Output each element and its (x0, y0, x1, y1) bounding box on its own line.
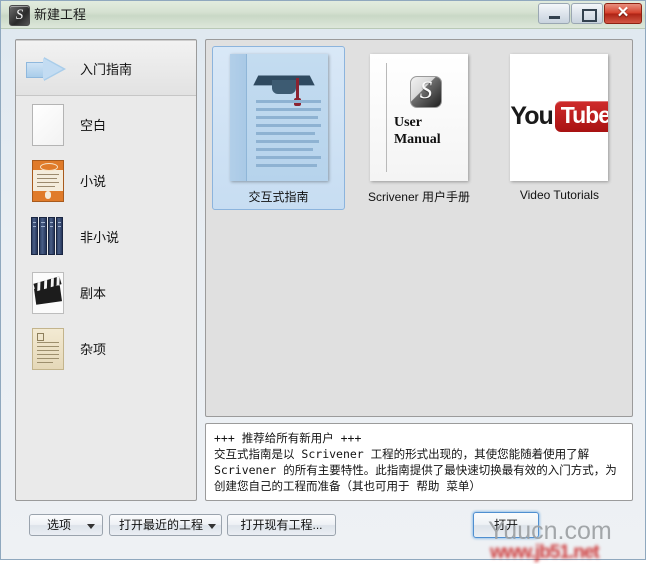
template-tile-label: Scrivener 用户手册 (367, 190, 470, 204)
title-bar: 新建工程 ✕ (1, 1, 645, 29)
template-description-panel: +++ 推荐给所有新用户 +++ 交互式指南是以 Scrivener 工程的形式… (205, 423, 633, 501)
close-icon: ✕ (616, 5, 630, 21)
chevron-down-icon (87, 524, 95, 529)
sidebar-item-label: 空白 (80, 117, 107, 133)
maximize-button[interactable] (571, 3, 603, 24)
manual-title-line1: User (393, 115, 422, 130)
youtube-tube-badge: Tube (554, 101, 609, 132)
manual-title-line2: Manual (393, 132, 441, 147)
template-tile-label: 交互式指南 (248, 190, 309, 204)
youtube-you-text: You (510, 102, 553, 130)
sidebar-item-misc[interactable]: 杂项 (16, 320, 196, 376)
sidebar-item-label: 剧本 (80, 285, 107, 301)
sidebar-item-label: 入门指南 (80, 61, 133, 77)
blank-page-icon (24, 101, 70, 147)
bookshelf-icon (24, 213, 70, 259)
minimize-button[interactable] (538, 3, 570, 24)
open-button[interactable]: 打开 (473, 512, 539, 538)
template-tile-label: Video Tutorials (519, 188, 599, 202)
template-description-text: +++ 推荐给所有新用户 +++ 交互式指南是以 Scrivener 工程的形式… (214, 431, 617, 493)
options-button-label: 选项 (46, 518, 71, 532)
chevron-down-icon (208, 524, 216, 529)
open-recent-button-label: 打开最近的工程 (118, 518, 203, 532)
close-button[interactable]: ✕ (604, 3, 642, 24)
watermark-secondary-text: www.jb51.net (490, 542, 600, 563)
window-title: 新建工程 (34, 7, 87, 22)
sidebar-item-blank[interactable]: 空白 (16, 96, 196, 152)
sidebar-item-getting-started[interactable]: 入门指南 (16, 40, 196, 96)
template-tile-user-manual[interactable]: User Manual Scrivener 用户手册 (352, 46, 485, 210)
minimize-icon (539, 4, 569, 23)
sidebar-item-nonfiction[interactable]: 非小说 (16, 208, 196, 264)
youtube-thumbnail: You Tube (510, 54, 609, 181)
options-button[interactable]: 选项 (29, 514, 103, 536)
sidebar-item-label: 小说 (80, 173, 107, 189)
maximize-icon (572, 4, 602, 23)
scrivener-s-icon (409, 75, 442, 108)
sidebar-item-label: 非小说 (80, 229, 120, 245)
open-recent-project-button[interactable]: 打开最近的工程 (109, 514, 222, 536)
sidebar-item-script[interactable]: 剧本 (16, 264, 196, 320)
open-existing-project-button[interactable]: 打开现有工程... (227, 514, 336, 536)
user-manual-thumbnail: User Manual (369, 54, 468, 181)
new-project-window: 新建工程 ✕ 入门指南 空白 (0, 0, 646, 563)
template-category-sidebar[interactable]: 入门指南 空白 小说 非小说 剧本 杂项 (15, 39, 197, 501)
novel-book-icon (24, 157, 70, 203)
clapperboard-icon (24, 269, 70, 315)
scrivener-app-icon (9, 5, 30, 26)
parchment-icon (24, 325, 70, 371)
template-tile-interactive-tutorial[interactable]: 交互式指南 (212, 46, 345, 210)
template-tile-video-tutorials[interactable]: You Tube Video Tutorials (493, 46, 626, 207)
tutorial-document-thumbnail (229, 54, 328, 181)
sidebar-item-novel[interactable]: 小说 (16, 152, 196, 208)
blue-arrow-icon (24, 45, 70, 91)
template-grid[interactable]: 交互式指南 User Manual Scrivener 用户手册 YouTube… (205, 39, 633, 417)
sidebar-item-label: 杂项 (80, 341, 107, 357)
